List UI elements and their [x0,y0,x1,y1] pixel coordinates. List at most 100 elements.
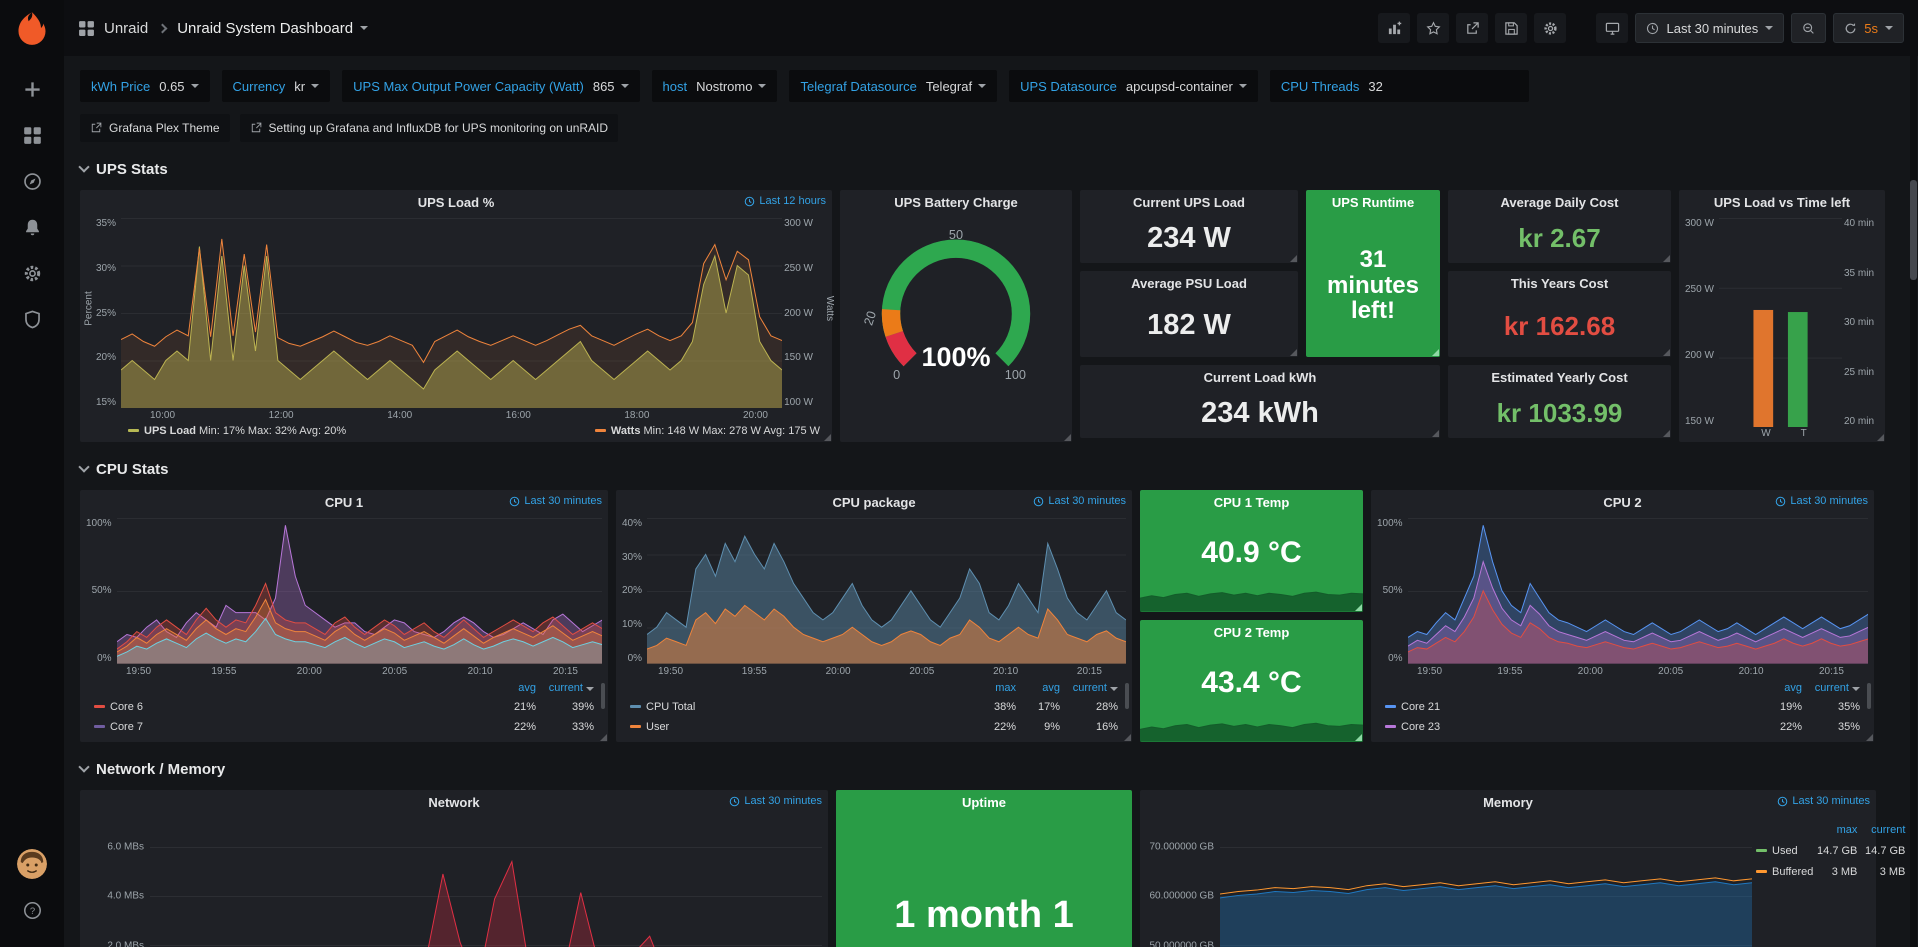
graph-body: 40% 30% 20% 10% 0% [616,514,1132,664]
panel-timerange-link[interactable]: Last 30 minutes [1033,495,1126,507]
variable-value-dropdown[interactable]: Nostromo [696,79,766,94]
legend-item-core6[interactable]: Core 6 [94,698,484,718]
cpu-package-chart[interactable] [647,518,1126,664]
legend-scrollbar[interactable] [1867,683,1871,709]
variable-label: UPS Datasource [1020,79,1117,94]
panel-timerange-link[interactable]: Last 12 hours [744,195,826,207]
ups-bar-chart[interactable] [1719,218,1842,427]
legend-item-watts[interactable]: Watts Min: 148 W Max: 278 W Avg: 175 W [595,425,820,437]
panel-title[interactable]: UPS Load vs Time left [1714,195,1850,210]
panel-title[interactable]: UPS Battery Charge [894,195,1018,210]
variable-value-dropdown[interactable]: kr [294,79,319,94]
legend-scrollbar[interactable] [1125,683,1129,709]
y-tick: 200 W [784,308,813,319]
panel-title[interactable]: Memory [1483,795,1533,810]
chevron-down-icon [758,84,766,88]
panel-timerange-link[interactable]: Last 30 minutes [1777,795,1870,807]
legend-col-max[interactable]: max [1813,820,1857,841]
refresh-button[interactable]: 5s [1833,13,1904,43]
shield-icon[interactable] [10,298,54,340]
panel-timerange-link[interactable]: Last 30 minutes [1775,495,1868,507]
user-avatar[interactable] [17,849,47,879]
page-scrollbar-thumb[interactable] [1910,180,1917,280]
battery-gauge[interactable]: 0 20 50 100 100% [840,214,1072,442]
panel-title[interactable]: Network [428,795,479,810]
legend-item-used[interactable]: Used [1756,841,1813,862]
panel-title[interactable]: This Years Cost [1511,276,1608,291]
alerting-bell-icon[interactable] [10,206,54,248]
dashboard-link-ups-monitoring-guide[interactable]: Setting up Grafana and InfluxDB for UPS … [240,114,619,142]
legend-col-avg[interactable]: avg [1016,679,1060,699]
cpu-threads-input[interactable] [1368,79,1518,94]
external-link-icon [250,122,262,134]
cpu2-chart[interactable] [1408,518,1868,664]
panel-uptime: Uptime 1 month 1 [836,790,1132,947]
clock-icon [744,196,755,207]
panel-title[interactable]: Uptime [962,795,1006,810]
cpu1-chart[interactable] [117,518,602,664]
legend-col-current[interactable]: current [536,679,594,699]
panel-title[interactable]: UPS Load % [418,195,495,210]
legend-col-current[interactable]: current [1802,679,1860,699]
add-panel-button[interactable] [1378,13,1410,43]
variable-value-dropdown[interactable]: 0.65 [159,79,198,94]
network-chart[interactable] [150,818,822,947]
legend-col-current[interactable]: current [1060,679,1118,699]
zoom-out-button[interactable] [1791,13,1826,43]
legend-item-cpu-total[interactable]: CPU Total [630,698,966,718]
panel-title[interactable]: Average PSU Load [1131,276,1247,291]
variable-value-dropdown[interactable]: 865 [593,79,629,94]
legend-item-user[interactable]: User [630,718,966,738]
section-cpu-stats[interactable]: CPU Stats [80,456,1902,482]
help-icon[interactable]: ? [10,889,54,931]
cycle-view-monitor-button[interactable] [1596,13,1628,43]
variable-value-dropdown[interactable]: apcupsd-container [1126,79,1247,94]
grafana-logo-icon[interactable] [14,10,50,46]
x-axis: 19:50 19:55 20:00 20:05 20:10 20:15 [616,664,1132,679]
stat-value: 234 kWh [1080,389,1440,438]
legend-item-core23[interactable]: Core 23 [1385,718,1750,738]
panel-title[interactable]: CPU 1 [325,495,363,510]
series-marker [94,725,105,728]
panel-title[interactable]: CPU package [832,495,915,510]
panel-title[interactable]: CPU 2 Temp [1214,625,1290,640]
panel-title[interactable]: UPS Runtime [1332,195,1414,210]
legend-item-core7[interactable]: Core 7 [94,718,484,738]
settings-gear-button[interactable] [1534,13,1566,43]
legend-col-max[interactable]: max [966,679,1016,699]
legend-col-avg[interactable]: avg [484,679,536,699]
explore-compass-icon[interactable] [10,160,54,202]
dashboard-link-grafana-plex-theme[interactable]: Grafana Plex Theme [80,114,230,142]
memory-chart[interactable] [1220,818,1752,947]
section-network-memory[interactable]: Network / Memory [80,756,1902,782]
section-ups-stats[interactable]: UPS Stats [80,156,1902,182]
panel-title[interactable]: Current UPS Load [1133,195,1245,210]
legend-item-buffered[interactable]: Buffered [1756,862,1813,883]
legend-col-current[interactable]: current [1857,820,1905,841]
legend-scrollbar[interactable] [601,683,605,709]
panel-title[interactable]: CPU 1 Temp [1214,495,1290,510]
panel-title[interactable]: Estimated Yearly Cost [1491,370,1627,385]
dashboards-icon[interactable] [10,114,54,156]
legend-item-core21[interactable]: Core 21 [1385,698,1750,718]
star-button[interactable] [1417,13,1449,43]
chevron-down-icon [78,161,89,172]
panel-timerange-link[interactable]: Last 30 minutes [509,495,602,507]
save-button[interactable] [1495,13,1527,43]
variable-value-dropdown[interactable]: Telegraf [926,79,986,94]
share-button[interactable] [1456,13,1488,43]
sidebar: ? [0,0,64,947]
dashboard-title[interactable]: Unraid System Dashboard [177,20,368,37]
legend-col-avg[interactable]: avg [1750,679,1802,699]
breadcrumb-app[interactable]: Unraid [104,20,148,37]
ups-load-chart[interactable] [121,218,782,408]
panel-timerange-link[interactable]: Last 30 minutes [729,795,822,807]
configuration-gear-icon[interactable] [10,252,54,294]
time-range-picker[interactable]: Last 30 minutes [1635,13,1784,43]
legend-item-ups-load[interactable]: UPS Load Min: 17% Max: 32% Avg: 20% [128,425,346,437]
panel-title[interactable]: Average Daily Cost [1500,195,1618,210]
legend-value: 38% [966,698,1016,718]
create-plus-icon[interactable] [10,68,54,110]
panel-title[interactable]: CPU 2 [1603,495,1641,510]
panel-title[interactable]: Current Load kWh [1204,370,1317,385]
